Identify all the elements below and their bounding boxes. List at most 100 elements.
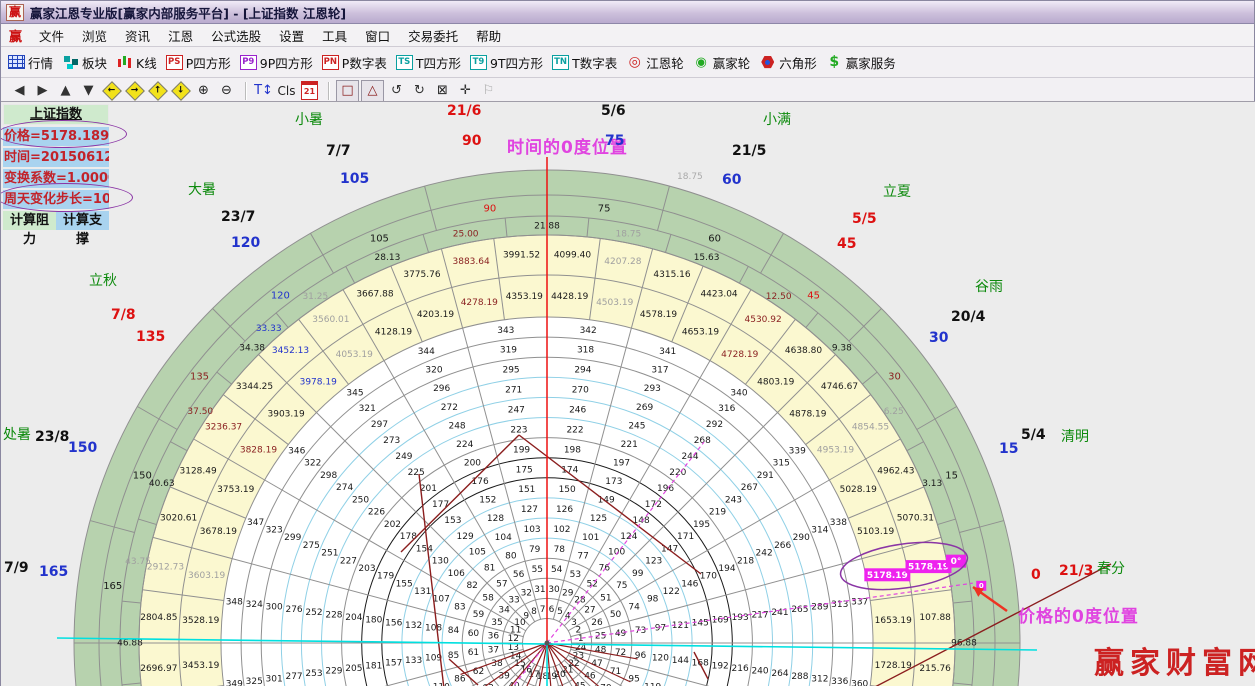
svg-text:95: 95 — [628, 675, 639, 685]
triangle-tool-button[interactable]: △ — [361, 80, 384, 102]
menu-item-交易委托[interactable]: 交易委托 — [399, 27, 467, 46]
toolbar-button-9p-square[interactable]: P99P四方形 — [240, 53, 313, 72]
toolbar-button-winner-wheel[interactable]: ◉赢家轮 — [693, 53, 751, 72]
svg-text:3344.25: 3344.25 — [236, 382, 273, 392]
svg-text:30: 30 — [548, 585, 560, 595]
menu-item-浏览[interactable]: 浏览 — [73, 27, 116, 46]
svg-text:86: 86 — [454, 675, 466, 685]
title-bar[interactable]: 赢 赢家江恩专业版[赢家内部服务平台] - [上证指数 江恩轮] — [1, 1, 1254, 24]
toolbar-button-kline[interactable]: K线 — [116, 53, 157, 72]
nav-up-button[interactable]: ▲ — [55, 81, 76, 101]
svg-text:129: 129 — [457, 532, 474, 542]
converge-button[interactable]: ✛ — [455, 81, 476, 101]
rim-label: 150 — [68, 441, 97, 455]
menu-item-窗口[interactable]: 窗口 — [356, 27, 399, 46]
svg-text:3678.19: 3678.19 — [200, 527, 237, 537]
svg-text:229: 229 — [325, 667, 342, 677]
menu-item-文件[interactable]: 文件 — [30, 27, 73, 46]
svg-text:276: 276 — [285, 605, 302, 615]
svg-text:3883.64: 3883.64 — [453, 257, 490, 267]
svg-text:5103.19: 5103.19 — [857, 527, 894, 537]
nav-left-button[interactable]: ◀ — [9, 81, 30, 101]
gann-wheel-canvas[interactable]: 1234567891011121314151617181920212223242… — [1, 101, 1255, 686]
shift-down-button[interactable]: ↓ — [170, 81, 191, 101]
svg-text:46.88: 46.88 — [117, 639, 143, 649]
toolbar-button-t-square[interactable]: TST四方形 — [396, 53, 461, 72]
svg-text:81: 81 — [484, 564, 495, 574]
rim-label: 135 — [136, 330, 165, 344]
delete-box-button[interactable]: ⊠ — [432, 81, 453, 101]
price-field[interactable]: 价格=5178.1899 — [3, 127, 109, 146]
calc-support-button[interactable]: 计算支撑 — [56, 211, 109, 230]
svg-text:28: 28 — [574, 596, 586, 606]
menu-bar: 赢 文件浏览资讯江恩公式选股设置工具窗口交易委托帮助 — [1, 24, 1254, 47]
svg-text:4638.80: 4638.80 — [785, 346, 822, 356]
svg-text:314: 314 — [811, 525, 828, 535]
hexagon-label: 六角形 — [779, 53, 817, 72]
pin-button[interactable]: ⚐ — [478, 81, 499, 101]
svg-text:144: 144 — [672, 656, 689, 666]
winner-service-label: 赢家服务 — [846, 53, 896, 72]
toolbar-button-p-table[interactable]: PNP数字表 — [322, 53, 387, 72]
menu-item-工具[interactable]: 工具 — [313, 27, 356, 46]
toolbar-button-p-square[interactable]: PSP四方形 — [166, 53, 231, 72]
rotate-cw-button[interactable]: ↻ — [409, 81, 430, 101]
svg-text:31: 31 — [534, 585, 545, 595]
svg-text:291: 291 — [757, 471, 774, 481]
svg-text:53: 53 — [570, 570, 581, 580]
toolbar-button-gann-wheel[interactable]: ◎江恩轮 — [626, 53, 684, 72]
step-field[interactable]: 周天变化步长=10 — [3, 190, 109, 209]
svg-text:204: 204 — [345, 613, 362, 623]
date-field[interactable]: 时间=20150612 — [3, 148, 109, 167]
toolbar-button-9t-square[interactable]: T99T四方形 — [470, 53, 543, 72]
gann-wheel-icon: ◎ — [626, 55, 643, 70]
nav-right-button[interactable]: ▶ — [32, 81, 53, 101]
svg-text:135: 135 — [190, 371, 209, 382]
gann-wheel-label: 江恩轮 — [646, 53, 684, 72]
winner-wheel-label: 赢家轮 — [713, 53, 751, 72]
winner-service-icon: $ — [826, 55, 843, 70]
svg-text:5070.31: 5070.31 — [897, 513, 934, 523]
coefficient-field[interactable]: 变换系数=1.00000 — [3, 169, 109, 188]
shift-left-button[interactable]: ← — [101, 81, 122, 101]
calendar-button[interactable]: 21 — [299, 81, 320, 101]
svg-text:3.13: 3.13 — [922, 479, 942, 489]
svg-text:131: 131 — [414, 587, 431, 597]
zoom-in-button[interactable]: ⊕ — [193, 81, 214, 101]
ghost-value-label: 18.75 — [677, 172, 703, 182]
shift-right-button[interactable]: → — [124, 81, 145, 101]
svg-text:103: 103 — [523, 525, 540, 535]
menu-item-设置[interactable]: 设置 — [270, 27, 313, 46]
menu-item-资讯[interactable]: 资讯 — [116, 27, 159, 46]
svg-text:324: 324 — [246, 600, 263, 610]
toolbar-button-winner-service[interactable]: $赢家服务 — [826, 53, 896, 72]
svg-text:322: 322 — [304, 459, 321, 469]
nav-down-button[interactable]: ▼ — [78, 81, 99, 101]
calc-resistance-button[interactable]: 计算阻力 — [3, 211, 56, 230]
svg-text:2804.85: 2804.85 — [140, 613, 177, 623]
toolbar-button-hexagon[interactable]: 六角形 — [759, 53, 817, 72]
svg-text:97: 97 — [655, 624, 666, 634]
svg-text:294: 294 — [574, 366, 591, 376]
svg-text:4278.19: 4278.19 — [461, 298, 498, 308]
svg-text:298: 298 — [320, 471, 337, 481]
square-tool-button[interactable]: □ — [336, 80, 359, 102]
menu-item-帮助[interactable]: 帮助 — [467, 27, 510, 46]
rotate-ccw-button[interactable]: ↺ — [386, 81, 407, 101]
app-logo-icon: 赢 — [6, 4, 24, 21]
svg-text:300: 300 — [266, 603, 283, 613]
zoom-out-button[interactable]: ⊖ — [216, 81, 237, 101]
svg-text:252: 252 — [305, 608, 322, 618]
cls-button[interactable]: Cls — [276, 81, 297, 101]
menu-item-公式选股[interactable]: 公式选股 — [202, 27, 270, 46]
t-updown-button[interactable]: T↕ — [253, 81, 274, 101]
shift-up-button[interactable]: ↑ — [147, 81, 168, 101]
toolbar-button-quotes[interactable]: 行情 — [8, 53, 53, 72]
svg-text:83: 83 — [454, 602, 465, 612]
quotes-label: 行情 — [28, 53, 53, 72]
menu-item-江恩[interactable]: 江恩 — [159, 27, 202, 46]
toolbar-button-sectors[interactable]: 板块 — [62, 53, 107, 72]
toolbar-button-t-table[interactable]: TNT数字表 — [552, 53, 617, 72]
svg-text:4053.19: 4053.19 — [336, 350, 373, 360]
svg-text:128: 128 — [487, 514, 504, 524]
